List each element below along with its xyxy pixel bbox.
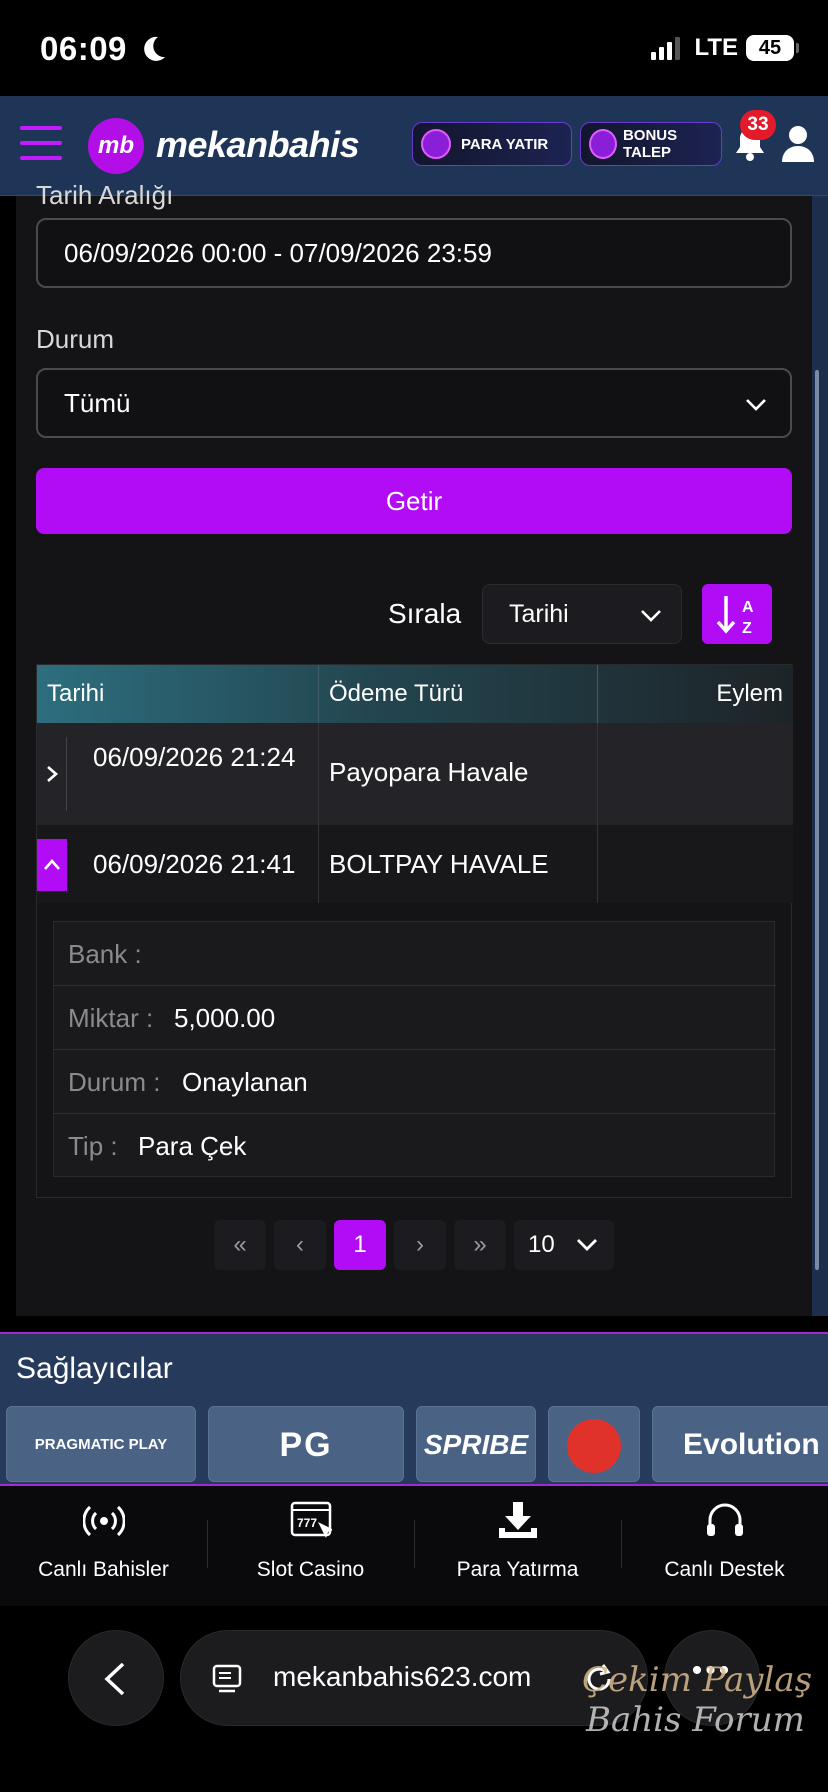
status-select-value: Tümü: [64, 388, 131, 418]
detail-amount: Miktar : 5,000.00: [54, 986, 776, 1050]
url-text: mekanbahis623.com: [273, 1661, 532, 1692]
nav-label: Canlı Destek: [664, 1558, 785, 1581]
status-bar: 06:09 LTE 45: [0, 0, 828, 96]
bonus-request-button[interactable]: BONUS TALEP: [580, 122, 722, 166]
provider-spribe[interactable]: SPRIBE: [416, 1406, 536, 1482]
detail-bank-label: Bank :: [68, 939, 142, 969]
nav-live-support[interactable]: Canlı Destek: [621, 1486, 828, 1606]
provider-egt[interactable]: [548, 1406, 640, 1482]
chevron-down-icon: [577, 1239, 597, 1251]
user-icon[interactable]: [780, 124, 816, 164]
row-payment-type: BOLTPAY HAVALE: [329, 849, 549, 879]
headset-icon: [707, 1503, 743, 1536]
gift-icon: [589, 129, 617, 159]
row-date: 06/09/2026 21:24: [93, 742, 296, 772]
column-header-date[interactable]: Tarihi: [47, 665, 104, 723]
chevron-right-icon: [47, 766, 58, 782]
page-size-value: 10: [528, 1231, 555, 1258]
download-icon: [499, 1502, 537, 1538]
status-label: Durum: [36, 324, 115, 354]
status-select[interactable]: Tümü: [36, 368, 792, 438]
battery-icon: 45: [746, 35, 799, 61]
providers-title: Sağlayıcılar: [16, 1352, 173, 1385]
broadcast-icon: [83, 1505, 125, 1537]
deposit-label: PARA YATIR: [461, 135, 549, 153]
wallet-icon: [421, 129, 451, 159]
nav-deposit[interactable]: Para Yatırma: [414, 1486, 621, 1606]
sort-select[interactable]: Tarihi: [482, 584, 682, 644]
row-date: 06/09/2026 21:41: [93, 849, 296, 879]
provider-evolution[interactable]: Evolution: [652, 1406, 828, 1482]
table-row[interactable]: 06/09/2026 21:24 Payopara Havale: [37, 723, 793, 825]
column-header-type[interactable]: Ödeme Türü: [329, 665, 463, 723]
signal-icon: [651, 36, 681, 60]
column-header-action: Eylem: [716, 680, 783, 707]
chevron-up-icon: [44, 859, 60, 870]
first-page-button[interactable]: «: [214, 1220, 266, 1270]
egt-logo: [567, 1419, 621, 1473]
chevron-down-icon: [641, 610, 661, 622]
detail-status-value: Onaylanan: [182, 1067, 308, 1097]
date-range-input[interactable]: 06/09/2026 00:00 - 07/09/2026 23:59: [36, 218, 792, 288]
expand-row-button[interactable]: [37, 737, 67, 811]
slot-machine-icon: 777: [290, 1501, 332, 1538]
date-range-label: Tarih Aralığı: [36, 180, 174, 210]
clock: 06:09: [40, 30, 127, 67]
svg-text:A: A: [742, 599, 754, 616]
detail-bank: Bank :: [54, 922, 776, 986]
detail-type-label: Tip :: [68, 1131, 118, 1161]
bonus-label: BONUS TALEP: [622, 127, 678, 161]
moon-icon: [144, 36, 165, 61]
nav-label: Canlı Bahisler: [38, 1558, 169, 1581]
row-payment-type: Payopara Havale: [329, 757, 529, 787]
table-row[interactable]: 06/09/2026 21:41 BOLTPAY HAVALE: [37, 825, 793, 903]
prev-page-button[interactable]: ‹: [274, 1220, 326, 1270]
detail-type: Tip : Para Çek: [54, 1114, 776, 1178]
network-type: LTE: [694, 34, 738, 61]
collapse-row-button[interactable]: [37, 839, 67, 891]
sort-select-value: Tarihi: [509, 600, 569, 628]
notification-badge: 33: [740, 110, 776, 140]
svg-text:Z: Z: [742, 620, 752, 637]
page-size-select[interactable]: 10: [514, 1220, 614, 1270]
detail-amount-value: 5,000.00: [174, 1003, 276, 1033]
fetch-button[interactable]: Getir: [36, 468, 792, 534]
watermark-line1: Çekim Paylaş: [582, 1660, 813, 1700]
scrollbar-thumb[interactable]: [815, 370, 819, 1270]
browser-toolbar: mekanbahis623.com ••• Çekim Paylaş Bahis…: [0, 1606, 828, 1792]
tab-icon: [212, 1664, 242, 1693]
providers-section: Sağlayıcılar PRAGMATIC PLAY PG SPRIBE Ev…: [0, 1332, 828, 1486]
watermark: Çekim Paylaş Bahis Forum: [582, 1660, 812, 1740]
current-page-button[interactable]: 1: [334, 1220, 386, 1270]
nav-live-bets[interactable]: Canlı Bahisler: [0, 1486, 207, 1606]
last-page-button[interactable]: »: [454, 1220, 506, 1270]
provider-pg-soft[interactable]: PG: [208, 1406, 404, 1482]
logo-text[interactable]: mekanbahis: [156, 124, 360, 166]
nav-label: Para Yatırma: [456, 1558, 579, 1581]
detail-status-label: Durum :: [68, 1067, 161, 1097]
provider-pragmatic-play[interactable]: PRAGMATIC PLAY: [6, 1406, 196, 1482]
svg-text:777: 777: [297, 1516, 317, 1530]
status-indicators: LTE 45: [651, 34, 799, 62]
detail-type-value: Para Çek: [138, 1131, 247, 1161]
sort-label: Sırala: [388, 598, 462, 629]
detail-status: Durum : Onaylanan: [54, 1050, 776, 1114]
transactions-table: Tarihi Ödeme Türü Eylem 06/09/2026 21:24…: [36, 664, 793, 1198]
watermark-line2: Bahis Forum: [586, 1700, 805, 1740]
back-button[interactable]: [68, 1630, 164, 1726]
logo-mark[interactable]: mb: [88, 118, 144, 174]
next-page-button[interactable]: ›: [394, 1220, 446, 1270]
menu-icon[interactable]: [20, 126, 62, 162]
deposit-button[interactable]: PARA YATIR: [412, 122, 572, 166]
bottom-nav: Canlı Bahisler 777 Slot Casino Para Yatı…: [0, 1486, 828, 1606]
detail-amount-label: Miktar :: [68, 1003, 154, 1033]
sort-az-icon[interactable]: A Z: [702, 584, 772, 644]
address-bar[interactable]: mekanbahis623.com: [180, 1630, 648, 1726]
table-header: Tarihi Ödeme Türü Eylem: [37, 665, 793, 723]
nav-slot-casino[interactable]: 777 Slot Casino: [207, 1486, 414, 1606]
transaction-detail: Bank : Miktar : 5,000.00 Durum : Onaylan…: [53, 921, 776, 1178]
chevron-left-icon: [104, 1662, 125, 1696]
nav-label: Slot Casino: [256, 1558, 365, 1581]
chevron-down-icon: [746, 399, 766, 411]
